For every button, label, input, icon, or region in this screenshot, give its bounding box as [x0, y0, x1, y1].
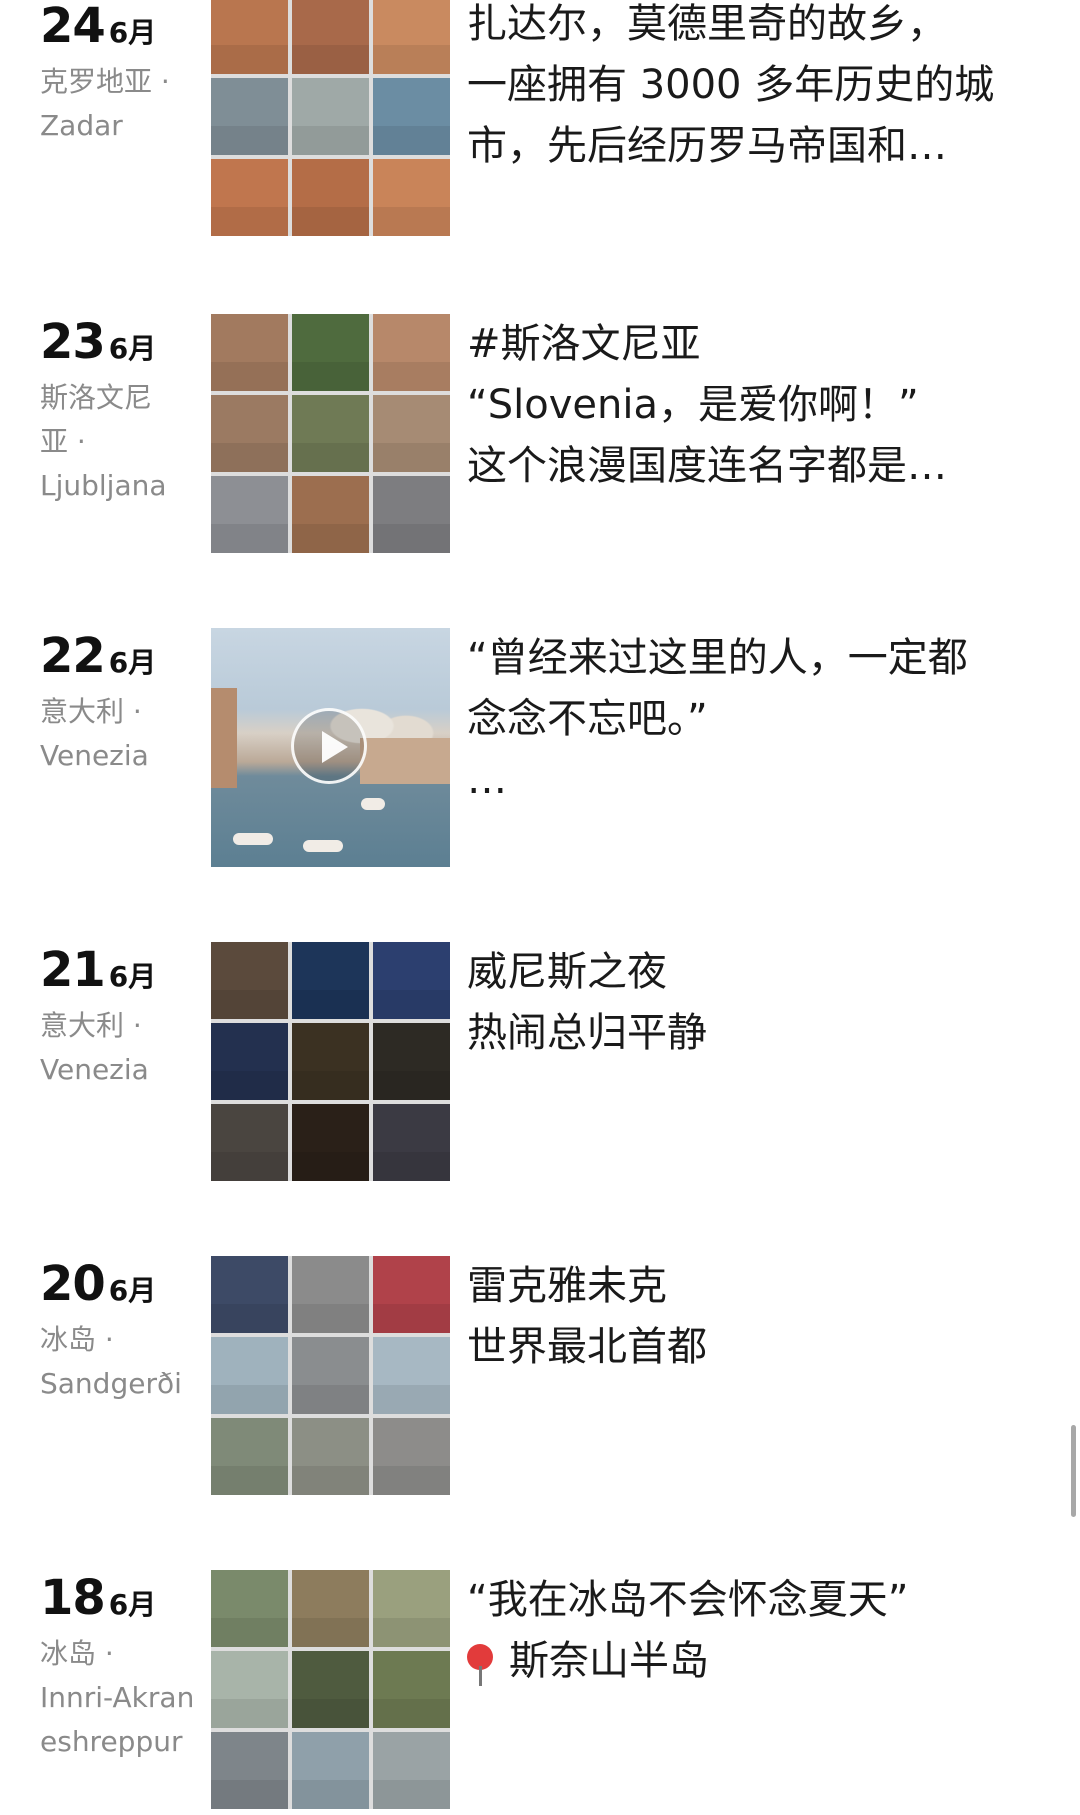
- feed-post[interactable]: 22 6月 意大利 · Venezia “曾经来过这里的人，一定都 念念不忘吧。”…: [0, 628, 1080, 868]
- photo-tile[interactable]: [211, 1732, 288, 1809]
- photo-tile[interactable]: [211, 1104, 288, 1181]
- photo-tile[interactable]: [373, 1256, 450, 1333]
- photo-tile[interactable]: [373, 78, 450, 155]
- post-date: 21 6月 意大利 · Venezia: [40, 942, 210, 1092]
- scrollbar[interactable]: [1071, 1425, 1076, 1517]
- video-thumbnail[interactable]: [211, 628, 450, 867]
- post-month: 6月: [108, 16, 157, 49]
- post-location: 意大利 · Venezia: [40, 1009, 149, 1086]
- photo-tile[interactable]: [292, 1732, 369, 1809]
- photo-tile[interactable]: [292, 1104, 369, 1181]
- play-icon[interactable]: [291, 708, 367, 784]
- photo-tile[interactable]: [292, 314, 369, 391]
- feed-post[interactable]: 20 6月 冰岛 · Sandgerði 雷克雅未克 世界最北首都: [0, 1256, 1080, 1496]
- post-day: 18: [40, 1570, 106, 1626]
- post-day: 22: [40, 628, 106, 684]
- photo-tile[interactable]: [292, 1337, 369, 1414]
- post-location: 克罗地亚 · Zadar: [40, 65, 170, 142]
- photo-tile[interactable]: [292, 1418, 369, 1495]
- post-location: 斯洛文尼 亚 · Ljubljana: [40, 381, 167, 502]
- post-caption: 威尼斯之夜 热闹总归平静: [467, 949, 707, 1056]
- post-date: 24 6月 克罗地亚 · Zadar: [40, 0, 210, 148]
- post-caption: 扎达尔，莫德里奇的故乡， 一座拥有 3000 多年历史的城 市，先后经历罗马帝国…: [467, 1, 995, 169]
- video-frame: [211, 628, 450, 867]
- photo-tile[interactable]: [211, 395, 288, 472]
- photo-grid-thumbnail[interactable]: [211, 0, 450, 236]
- photo-tile[interactable]: [211, 942, 288, 1019]
- feed-post[interactable]: 18 6月 冰岛 · Innri-Akran eshreppur “我在冰岛不会怀…: [0, 1570, 1080, 1810]
- photo-tile[interactable]: [292, 1256, 369, 1333]
- photo-tile[interactable]: [373, 942, 450, 1019]
- post-month: 6月: [108, 1588, 157, 1621]
- post-date: 23 6月 斯洛文尼 亚 · Ljubljana: [40, 314, 210, 508]
- feed-post[interactable]: 23 6月 斯洛文尼 亚 · Ljubljana #斯洛文尼亚 “Slovenia…: [0, 314, 1080, 554]
- photo-tile[interactable]: [292, 0, 369, 74]
- post-month: 6月: [108, 1274, 157, 1307]
- photo-tile[interactable]: [211, 1023, 288, 1100]
- post-location: 意大利 · Venezia: [40, 695, 149, 772]
- post-day: 23: [40, 314, 106, 370]
- photo-tile[interactable]: [211, 1570, 288, 1647]
- photo-tile[interactable]: [211, 78, 288, 155]
- photo-tile[interactable]: [292, 476, 369, 553]
- photo-tile[interactable]: [292, 159, 369, 236]
- post-date: 18 6月 冰岛 · Innri-Akran eshreppur: [40, 1570, 210, 1764]
- photo-tile[interactable]: [211, 314, 288, 391]
- post-caption: “我在冰岛不会怀念夏天” 斯奈山半岛: [467, 1577, 909, 1686]
- photo-tile[interactable]: [373, 0, 450, 74]
- post-date: 22 6月 意大利 · Venezia: [40, 628, 210, 778]
- photo-tile[interactable]: [211, 476, 288, 553]
- post-location: 冰岛 · Sandgerði: [40, 1323, 182, 1400]
- post-caption: #斯洛文尼亚 “Slovenia，是爱你啊！” 这个浪漫国度连名字都是…: [467, 321, 947, 489]
- photo-tile[interactable]: [292, 1651, 369, 1728]
- post-date: 20 6月 冰岛 · Sandgerði: [40, 1256, 210, 1406]
- photo-grid-thumbnail[interactable]: [211, 942, 450, 1181]
- post-month: 6月: [108, 960, 157, 993]
- photo-tile[interactable]: [211, 1256, 288, 1333]
- photo-tile[interactable]: [211, 1651, 288, 1728]
- post-day: 24: [40, 0, 106, 54]
- photo-tile[interactable]: [373, 1651, 450, 1728]
- post-location: 冰岛 · Innri-Akran eshreppur: [40, 1637, 195, 1758]
- photo-grid-thumbnail[interactable]: [211, 1256, 450, 1495]
- photo-grid-thumbnail[interactable]: [211, 314, 450, 553]
- photo-tile[interactable]: [211, 0, 288, 74]
- photo-tile[interactable]: [211, 1337, 288, 1414]
- post-month: 6月: [108, 646, 157, 679]
- post-month: 6月: [108, 332, 157, 365]
- photo-tile[interactable]: [373, 1570, 450, 1647]
- photo-tile[interactable]: [292, 942, 369, 1019]
- photo-tile[interactable]: [211, 159, 288, 236]
- photo-tile[interactable]: [373, 1732, 450, 1809]
- photo-tile[interactable]: [373, 1337, 450, 1414]
- feed-post[interactable]: 24 6月 克罗地亚 · Zadar 扎达尔，莫德里奇的故乡， 一座拥有 3000…: [0, 0, 1080, 240]
- post-day: 21: [40, 942, 106, 998]
- photo-tile[interactable]: [292, 78, 369, 155]
- photo-tile[interactable]: [292, 395, 369, 472]
- photo-tile[interactable]: [292, 1023, 369, 1100]
- photo-tile[interactable]: [373, 476, 450, 553]
- photo-tile[interactable]: [373, 314, 450, 391]
- photo-grid-thumbnail[interactable]: [211, 1570, 450, 1809]
- location-pin-icon: [467, 1644, 493, 1686]
- photo-tile[interactable]: [373, 1418, 450, 1495]
- photo-tile[interactable]: [292, 1570, 369, 1647]
- photo-tile[interactable]: [211, 1418, 288, 1495]
- post-day: 20: [40, 1256, 106, 1312]
- photo-tile[interactable]: [373, 159, 450, 236]
- feed-post[interactable]: 21 6月 意大利 · Venezia 威尼斯之夜 热闹总归平静: [0, 942, 1080, 1182]
- photo-tile[interactable]: [373, 1023, 450, 1100]
- post-caption: “曾经来过这里的人，一定都 念念不忘吧。” …: [467, 635, 968, 803]
- photo-tile[interactable]: [373, 395, 450, 472]
- photo-tile[interactable]: [373, 1104, 450, 1181]
- post-caption: 雷克雅未克 世界最北首都: [467, 1263, 707, 1370]
- place-tag[interactable]: 斯奈山半岛: [509, 1638, 709, 1684]
